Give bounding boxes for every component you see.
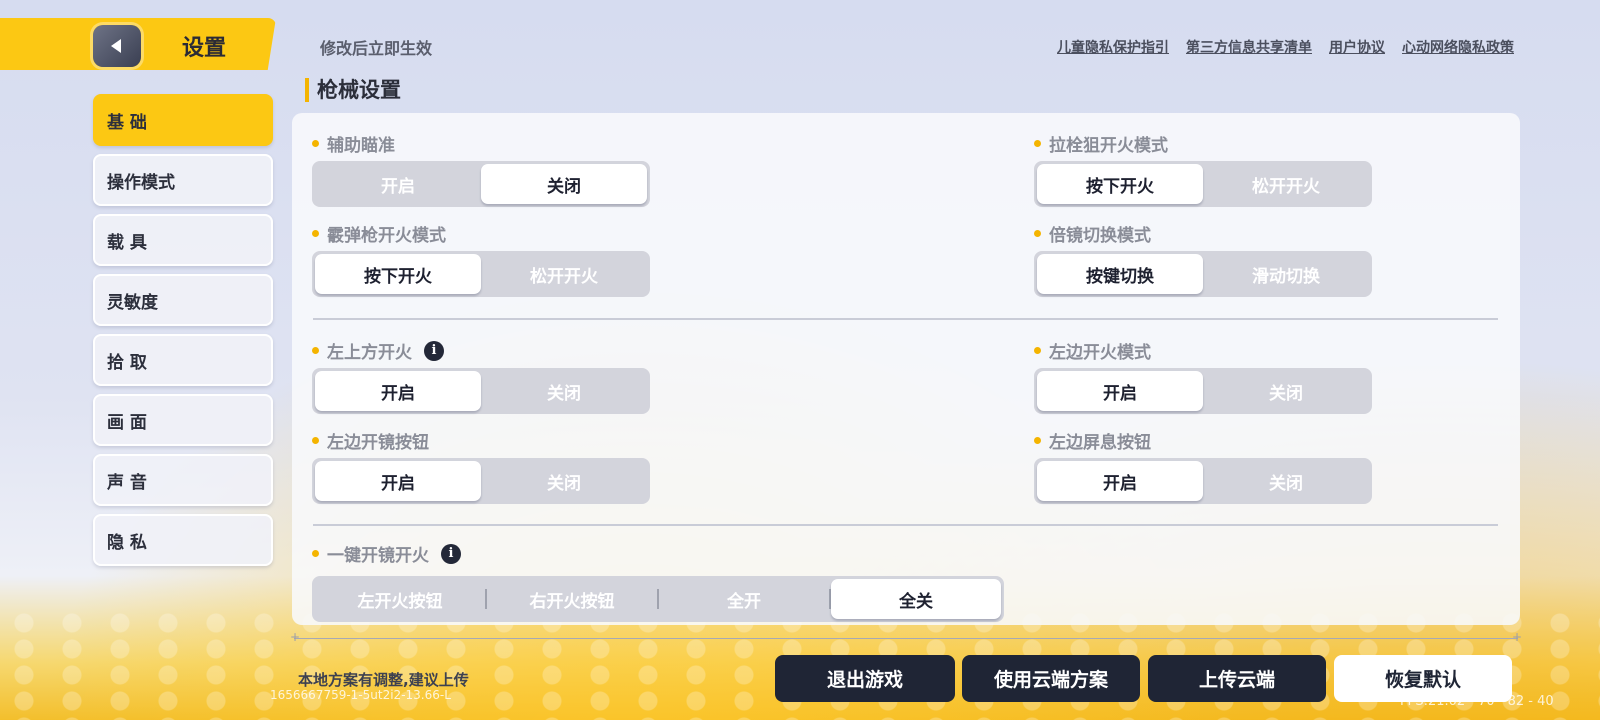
option-all-off[interactable]: 全关: [831, 579, 1001, 619]
divider: [313, 524, 1498, 526]
option-press-fire[interactable]: 按下开火: [315, 254, 481, 294]
link-child-privacy[interactable]: 儿童隐私保护指引: [1057, 37, 1169, 57]
left-fire-mode-toggle: 开启 关闭: [1034, 368, 1372, 414]
sidebar-item-sound[interactable]: 声 音: [93, 454, 273, 506]
build-id: 1656667759-1-5ut2i2-13.66-L: [270, 688, 451, 702]
setting-label-left-fire-mode: 左边开火模式: [1034, 338, 1151, 363]
bullet-dot: [1034, 230, 1041, 237]
label-text: 拉栓狙开火模式: [1049, 136, 1168, 156]
info-icon[interactable]: i: [441, 543, 461, 564]
sidebar-item-vehicle[interactable]: 载 具: [93, 214, 273, 266]
option-on[interactable]: 开启: [1037, 371, 1203, 411]
link-privacy-policy[interactable]: 心动网络隐私政策: [1402, 37, 1514, 57]
option-off[interactable]: 关闭: [1203, 371, 1369, 411]
sidebar: 基 础 操作模式 载 具 灵敏度 拾 取 画 面 声 音 隐 私: [93, 94, 273, 574]
option-on[interactable]: 开启: [315, 164, 481, 204]
label-text: 一键开镜开火: [327, 546, 429, 566]
link-third-party-sharing[interactable]: 第三方信息共享清单: [1186, 37, 1312, 57]
apply-notice: 修改后立即生效: [320, 39, 433, 58]
option-on[interactable]: 开启: [1037, 461, 1203, 501]
option-release-fire[interactable]: 松开开火: [1203, 164, 1369, 204]
rule-endcap: +: [1512, 630, 1523, 644]
sidebar-item-basic[interactable]: 基 础: [93, 94, 273, 146]
bullet-dot: [312, 437, 319, 444]
option-left-fire-button[interactable]: 左开火按钮: [315, 579, 485, 619]
option-off[interactable]: 关闭: [1203, 461, 1369, 501]
label-text: 左边开火模式: [1049, 343, 1151, 363]
bullet-dot: [312, 140, 319, 147]
label-text: 左上方开火: [327, 343, 412, 363]
section-title: 枪械设置: [305, 78, 401, 102]
setting-label-shotgun: 霰弹枪开火模式: [312, 221, 446, 246]
exit-game-button[interactable]: 退出游戏: [775, 655, 955, 702]
setting-label-left-scope-button: 左边开镜按钮: [312, 428, 429, 453]
top-left-fire-toggle: 开启 关闭: [312, 368, 650, 414]
bullet-dot: [312, 230, 319, 237]
aim-assist-toggle: 开启 关闭: [312, 161, 650, 207]
option-on[interactable]: 开启: [315, 461, 481, 501]
back-button[interactable]: [93, 25, 141, 67]
setting-label-aim-assist: 辅助瞄准: [312, 131, 395, 156]
link-user-agreement[interactable]: 用户协议: [1329, 37, 1385, 57]
label-text: 左边开镜按钮: [327, 433, 429, 453]
sidebar-item-sensitivity[interactable]: 灵敏度: [93, 274, 273, 326]
option-key-switch[interactable]: 按键切换: [1037, 254, 1203, 294]
back-arrow-icon: [111, 39, 121, 53]
left-hold-breath-toggle: 开启 关闭: [1034, 458, 1372, 504]
shotgun-toggle: 按下开火 松开开火: [312, 251, 650, 297]
option-right-fire-button[interactable]: 右开火按钮: [487, 579, 657, 619]
option-off[interactable]: 关闭: [481, 164, 647, 204]
sidebar-item-privacy[interactable]: 隐 私: [93, 514, 273, 566]
bolt-sniper-toggle: 按下开火 松开开火: [1034, 161, 1372, 207]
bullet-dot: [1034, 347, 1041, 354]
left-scope-button-toggle: 开启 关闭: [312, 458, 650, 504]
upload-cloud-button[interactable]: 上传云端: [1148, 655, 1326, 702]
sidebar-item-control-mode[interactable]: 操作模式: [93, 154, 273, 206]
use-cloud-scheme-button[interactable]: 使用云端方案: [962, 655, 1140, 702]
bullet-dot: [1034, 140, 1041, 147]
option-release-fire[interactable]: 松开开火: [481, 254, 647, 294]
label-text: 左边屏息按钮: [1049, 433, 1151, 453]
local-change-message: 本地方案有调整,建议上传: [298, 671, 469, 689]
sidebar-item-pickup[interactable]: 拾 取: [93, 334, 273, 386]
one-key-scope-selector: 左开火按钮 右开火按钮 全开 全关: [312, 576, 1004, 622]
label-text: 辅助瞄准: [327, 136, 395, 156]
setting-label-top-left-fire: 左上方开火 i: [312, 338, 444, 363]
setting-label-one-key-scope: 一键开镜开火 i: [312, 541, 461, 566]
info-icon[interactable]: i: [424, 340, 444, 361]
setting-label-left-hold-breath: 左边屏息按钮: [1034, 428, 1151, 453]
bullet-dot: [312, 550, 319, 557]
label-text: 倍镜切换模式: [1049, 226, 1151, 246]
fps-readout: FPS:21.02 - 70 - 82 - 40: [1400, 694, 1554, 709]
bullet-dot: [312, 347, 319, 354]
divider: [313, 318, 1498, 320]
bullet-dot: [1034, 437, 1041, 444]
label-text: 霰弹枪开火模式: [327, 226, 446, 246]
option-all-on[interactable]: 全开: [659, 579, 829, 619]
sidebar-item-graphics[interactable]: 画 面: [93, 394, 273, 446]
option-off[interactable]: 关闭: [481, 371, 647, 411]
page-title: 设置: [182, 36, 227, 61]
policy-links: 儿童隐私保护指引 第三方信息共享清单 用户协议 心动网络隐私政策: [1057, 37, 1514, 57]
scope-switch-toggle: 按键切换 滑动切换: [1034, 251, 1372, 297]
rule-endcap: +: [290, 630, 301, 644]
setting-label-bolt-sniper: 拉栓狙开火模式: [1034, 131, 1168, 156]
option-off[interactable]: 关闭: [481, 461, 647, 501]
option-slide-switch[interactable]: 滑动切换: [1203, 254, 1369, 294]
bottom-rule: [294, 638, 1518, 639]
option-on[interactable]: 开启: [315, 371, 481, 411]
setting-label-scope-switch: 倍镜切换模式: [1034, 221, 1151, 246]
option-press-fire[interactable]: 按下开火: [1037, 164, 1203, 204]
